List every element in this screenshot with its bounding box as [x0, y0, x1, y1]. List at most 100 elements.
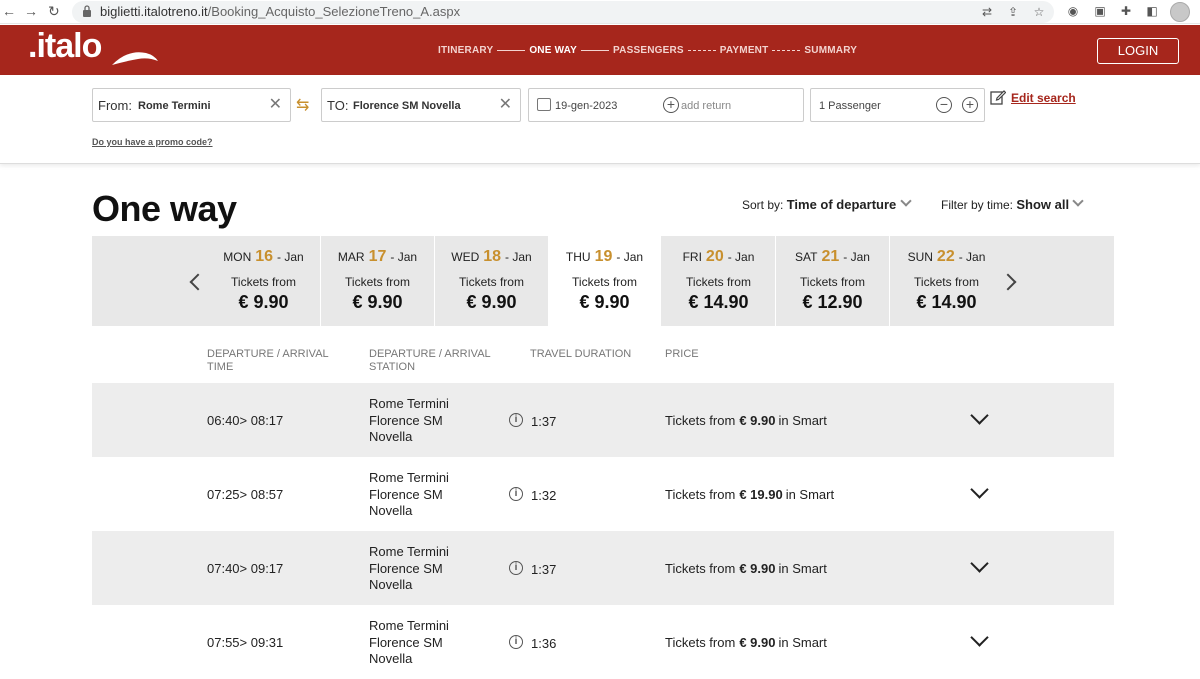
from-field[interactable]: From: Rome Termini ✕	[92, 88, 291, 122]
clear-from-icon[interactable]: ✕	[269, 97, 282, 113]
train-row[interactable]: 06:40> 08:17 Rome Termini Florence SM Nove…	[92, 383, 1114, 457]
bookmark-star-icon[interactable]: ☆	[1032, 5, 1046, 19]
train-time: 07:25> 08:57	[207, 487, 284, 502]
train-stations: Rome Termini Florence SM Novella	[369, 396, 449, 444]
date-tab-mon-16[interactable]: MON 16- Jan Tickets from € 9.90	[207, 236, 320, 326]
add-return-label[interactable]: add return	[681, 100, 731, 112]
train-row[interactable]: 07:40> 09:17 Rome Termini Florence SM Nove…	[92, 531, 1114, 605]
train-duration: 1:37	[531, 414, 557, 429]
date-price: € 14.90	[916, 292, 977, 312]
date-price: € 9.90	[466, 292, 517, 312]
url-path: /Booking_Acquisto_SelezioneTreno_A.aspx	[207, 4, 461, 19]
month: - Jan	[727, 250, 755, 264]
date-price: € 9.90	[238, 292, 289, 312]
date-tab-fri-20[interactable]: FRI 20- Jan Tickets from € 14.90	[662, 236, 775, 326]
share-icon[interactable]: ⇪	[1006, 5, 1020, 19]
filter-label: Filter by time:	[941, 198, 1014, 212]
filter-value: Show all	[1016, 197, 1070, 212]
clear-to-icon[interactable]: ✕	[499, 97, 512, 113]
filter-chevron-down-icon[interactable]	[1072, 195, 1084, 207]
info-icon[interactable]: i	[509, 561, 523, 575]
swap-stations-icon[interactable]: ⇆	[296, 95, 309, 115]
back-icon[interactable]: ←	[2, 3, 16, 19]
forward-icon[interactable]: →	[24, 3, 38, 19]
month: - Jan	[958, 250, 986, 264]
day-of-week: THU	[565, 250, 591, 264]
italo-logo[interactable]: .italo	[28, 27, 102, 66]
train-row[interactable]: 07:25> 08:57 Rome Termini Florence SM Nove…	[92, 457, 1114, 531]
day-number: 22	[936, 248, 955, 265]
date-price: € 14.90	[688, 292, 749, 312]
sort-dropdown[interactable]: Sort by: Time of departure	[742, 197, 896, 212]
expand-chevron-down-icon[interactable]	[970, 480, 989, 499]
minus-passenger-icon[interactable]: −	[936, 97, 952, 113]
date-tab-mar-17[interactable]: MAR 17- Jan Tickets from € 9.90	[320, 236, 433, 326]
day-number: 20	[705, 248, 724, 265]
extension-icon[interactable]: ▣	[1093, 4, 1107, 18]
train-duration: 1:36	[531, 636, 557, 651]
extension-icon[interactable]: ◉	[1066, 4, 1080, 18]
info-icon[interactable]: i	[509, 413, 523, 427]
step-summary: SUMMARY	[804, 45, 858, 56]
expand-chevron-down-icon[interactable]	[970, 406, 989, 425]
step-passengers: PASSENGERS	[613, 45, 684, 56]
search-panel: From: Rome Termini ✕ ⇆ TO: Florence SM N…	[0, 75, 1200, 164]
to-label: TO:	[327, 98, 349, 113]
address-bar[interactable]: biglietti.italotreno.it/Booking_Acquisto…	[72, 1, 1054, 23]
date-tab-sat-21[interactable]: SAT 21- Jan Tickets from € 12.90	[775, 236, 888, 326]
date-tab-sun-22[interactable]: SUN 22- Jan Tickets from € 14.90	[889, 236, 1002, 326]
day-of-week: SAT	[795, 250, 818, 264]
date-tab-thu-19[interactable]: THU 19- Jan Tickets from € 9.90	[548, 236, 661, 326]
edit-search-link[interactable]: Edit search	[1011, 91, 1076, 105]
info-icon[interactable]: i	[509, 635, 523, 649]
step-itinerary: ITINERARY	[438, 45, 494, 56]
day-of-week: MAR	[337, 250, 365, 264]
train-price: Tickets from € 9.90 in Smart	[665, 561, 827, 576]
train-stations: Rome Termini Florence SM Novella	[369, 618, 449, 666]
puzzle-icon[interactable]: ✚	[1119, 4, 1133, 18]
date-tab-wed-18[interactable]: WED 18- Jan Tickets from € 9.90	[434, 236, 547, 326]
month: - Jan	[843, 250, 870, 264]
train-price: Tickets from € 19.90 in Smart	[665, 487, 835, 502]
from-label: From:	[98, 98, 132, 113]
date-field[interactable]: 19-gen-2023 + add return	[528, 88, 804, 122]
page-title: One way	[92, 188, 237, 229]
login-button[interactable]: LOGIN	[1097, 38, 1179, 64]
tickets-from-label: Tickets from	[800, 275, 865, 289]
day-number: 19	[594, 248, 613, 265]
train-duration: 1:32	[531, 488, 557, 503]
day-of-week: WED	[451, 250, 480, 264]
tickets-from-label: Tickets from	[572, 275, 637, 289]
passengers-field[interactable]: 1 Passenger − +	[810, 88, 985, 122]
booking-steps: ITINERARY ONE WAY PASSENGERS PAYMENT SUMMARY	[438, 45, 857, 56]
train-time: 06:40> 08:17	[207, 413, 284, 428]
day-number: 21	[821, 248, 840, 265]
train-time: 07:55> 09:31	[207, 635, 284, 650]
sort-label: Sort by:	[742, 198, 784, 212]
expand-chevron-down-icon[interactable]	[970, 628, 989, 647]
train-stations: Rome Termini Florence SM Novella	[369, 470, 449, 518]
to-field[interactable]: TO: Florence SM Novella ✕	[321, 88, 521, 122]
sidepanel-icon[interactable]: ◧	[1145, 4, 1159, 18]
lock-icon	[83, 5, 91, 17]
step-one-way: ONE WAY	[529, 45, 578, 56]
month: - Jan	[505, 250, 532, 264]
plus-passenger-icon[interactable]: +	[962, 97, 978, 113]
reload-icon[interactable]: ↻	[48, 3, 60, 20]
date-price: € 9.90	[352, 292, 403, 312]
header-station: DEPARTURE / ARRIVAL STATION	[369, 348, 491, 373]
info-icon[interactable]: i	[509, 487, 523, 501]
add-return-icon[interactable]: +	[663, 97, 679, 113]
profile-avatar[interactable]	[1170, 2, 1190, 22]
expand-chevron-down-icon[interactable]	[970, 554, 989, 573]
translate-icon[interactable]: ⇄	[980, 5, 994, 19]
logo-swoosh-icon	[112, 52, 158, 65]
promo-code-link[interactable]: Do you have a promo code?	[92, 137, 213, 147]
edit-icon[interactable]	[990, 89, 1006, 105]
filter-dropdown[interactable]: Filter by time: Show all	[941, 197, 1069, 212]
day-of-week: FRI	[682, 250, 702, 264]
sort-chevron-down-icon[interactable]	[900, 195, 912, 207]
header-price: PRICE	[665, 348, 699, 360]
train-row[interactable]: 07:55> 09:31 Rome Termini Florence SM Nove…	[92, 605, 1114, 679]
month: - Jan	[616, 250, 644, 264]
